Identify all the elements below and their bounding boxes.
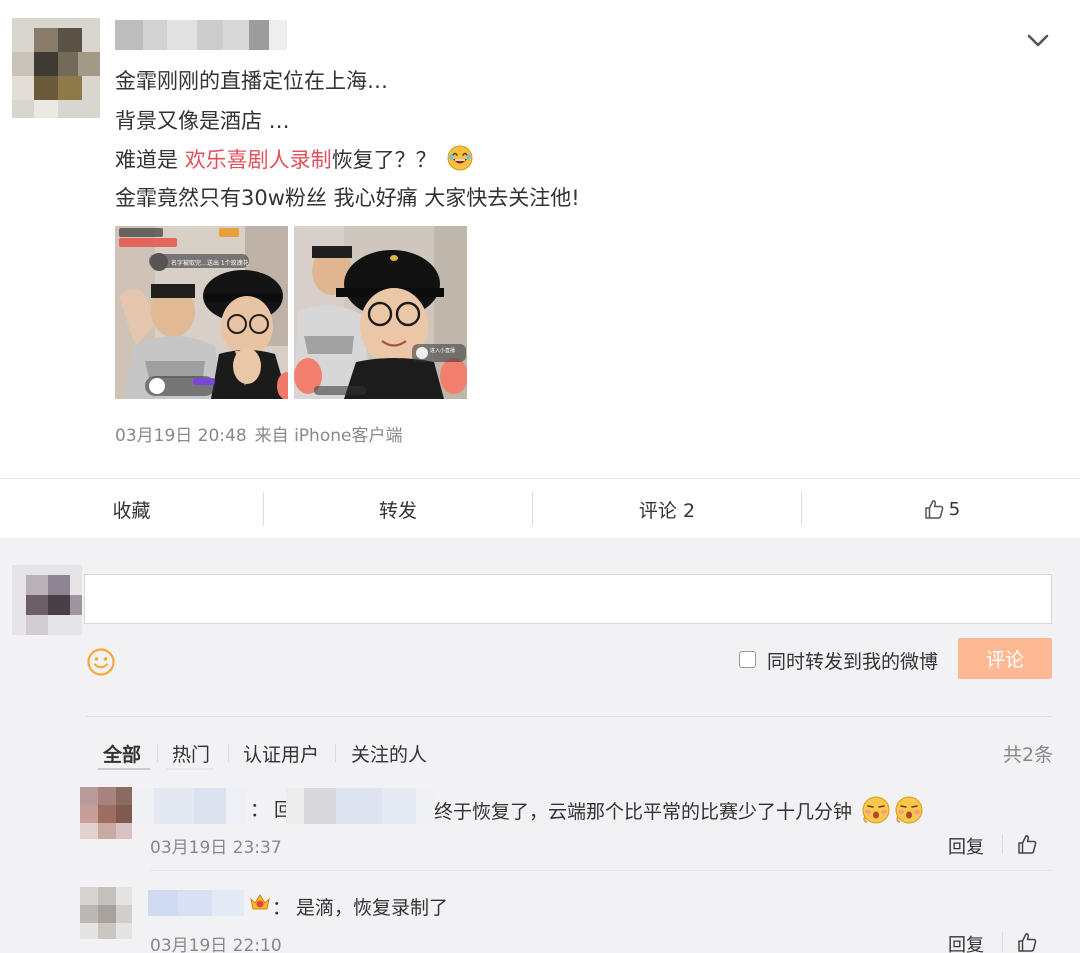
action-divider [263,492,264,526]
laughing-emoji-icon [447,145,473,171]
filter-tab-all[interactable]: 全部 [103,740,141,767]
comment-1-body: 终于恢复了，云端那个比平常的比赛少了十几分钟 [434,801,853,823]
post-image-1[interactable]: 名字被取完…送出 1个玫瑰花 [115,226,288,399]
comment-2-text: 是滴，恢复录制了 [296,897,449,919]
like-count: 5 [948,498,961,520]
crown-badge-icon [250,894,270,910]
comment-colon: ： [272,897,292,919]
like-button[interactable]: 5 [803,479,1080,539]
repost-checkbox-label[interactable]: 同时转发到我的微博 [767,647,938,674]
tab-underline [166,768,214,770]
image-1-overlay-text: 名字被取完…送出 1个玫瑰花 [171,259,249,267]
author-avatar[interactable] [12,18,100,118]
comment-colon: ： [250,799,270,821]
filter-tab-hot[interactable]: 热门 [172,740,210,767]
post-action-bar: 收藏 转发 评论 2 5 [0,478,1080,538]
filter-divider [228,744,229,762]
topic-link[interactable]: 欢乐喜剧人录制 [185,148,332,172]
action-divider [801,492,802,526]
repost-button[interactable]: 转发 [265,479,531,539]
post-source: 来自 iPhone客户端 [254,426,403,446]
post-time[interactable]: 03月19日 20:48 [115,426,247,446]
repost-checkbox[interactable] [739,651,756,668]
commenter-avatar[interactable] [80,787,132,839]
weibo-post-card: 金霏刚刚的直播定位在上海… 背景又像是酒店 … 难道是 欢乐喜剧人录制恢复了？？… [0,0,1080,478]
comment-total-count: 共2条 [1003,744,1054,766]
mentioned-user-redacted[interactable] [286,788,436,824]
comment-divider [150,870,1052,871]
post-text-line-2: 背景又像是酒店 … [115,109,290,133]
filter-divider [335,744,336,762]
post-text-suffix: 恢复了？？ [331,148,437,172]
post-text-prefix: 难道是 [115,148,185,172]
thumbs-up-icon [925,500,944,519]
chevron-down-icon[interactable] [1024,28,1052,54]
author-name-redacted[interactable] [115,20,287,50]
commenter-avatar[interactable] [80,887,132,939]
reply-like-divider [1002,932,1003,952]
filter-divider [157,744,158,762]
favorite-button[interactable]: 收藏 [0,479,263,539]
emoji-picker-icon[interactable] [86,647,116,677]
submit-comment-button[interactable]: 评论 [958,638,1052,679]
comment-input[interactable] [84,574,1052,624]
section-divider [86,716,1052,717]
comment-time: 03月19日 22:10 [150,936,282,953]
reply-like-divider [1002,834,1003,854]
reply-button[interactable]: 回复 [948,833,984,859]
post-text-line-3: 难道是 欢乐喜剧人录制恢复了？？ [115,145,473,174]
my-avatar[interactable] [12,565,82,635]
post-text-line-4: 金霏竟然只有30w粉丝 我心好痛 大家快去关注他! [115,186,580,210]
comment-time: 03月19日 23:37 [150,838,282,858]
image-2-overlay-text: 进入小直播 [430,347,455,354]
comment-like-icon[interactable] [1016,931,1038,953]
reply-button[interactable]: 回复 [948,931,984,953]
commenter-name-redacted[interactable] [148,890,244,916]
filter-tab-following[interactable]: 关注的人 [351,740,427,767]
active-tab-underline [98,768,150,770]
comment-1-text: 终于恢复了，云端那个比平常的比赛少了十几分钟 [434,795,924,825]
commenter-name-redacted[interactable] [134,788,246,824]
kiss-emoji-icon [895,796,923,824]
comment-button[interactable]: 评论 2 [533,479,801,539]
comment-like-icon[interactable] [1016,833,1038,855]
post-image-2[interactable]: 进入小直播 [294,226,467,399]
kiss-emoji-icon [862,796,890,824]
filter-tab-verified[interactable]: 认证用户 [243,740,319,767]
post-text-line-1: 金霏刚刚的直播定位在上海… [115,69,388,93]
post-meta: 03月19日 20:48 来自 iPhone客户端 [115,421,410,446]
